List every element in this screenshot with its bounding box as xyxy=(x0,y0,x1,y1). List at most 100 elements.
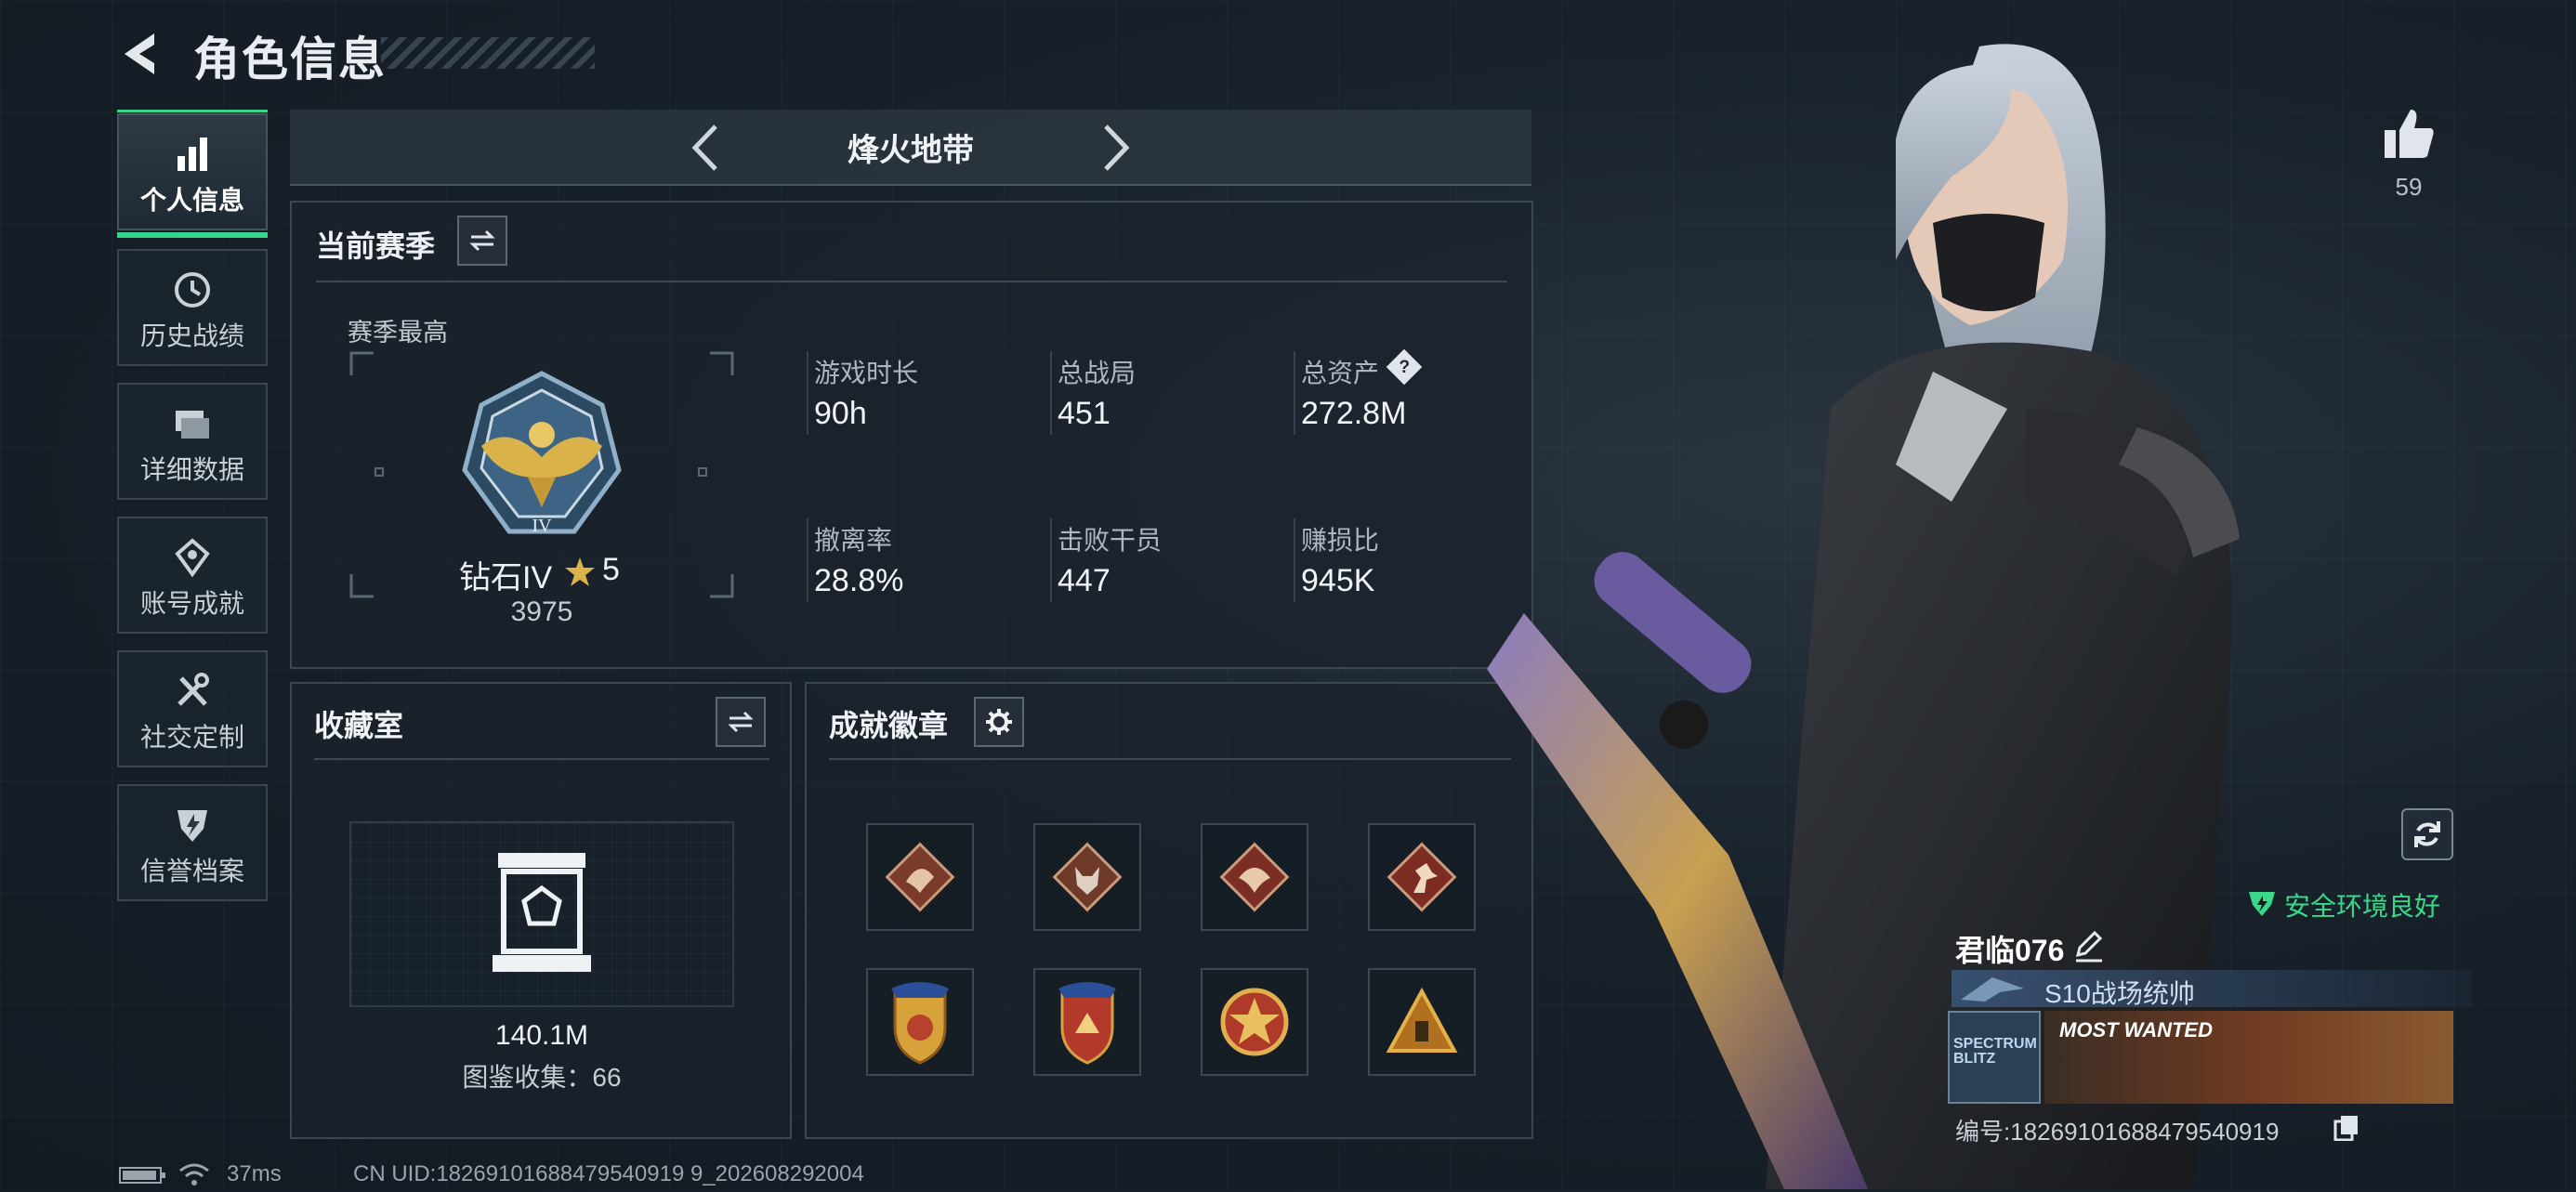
shield-red-badge-icon xyxy=(1058,982,1116,1065)
collection-value: 140.1M xyxy=(494,1020,589,1051)
stat-value-playtime: 90h xyxy=(814,396,867,431)
stat-label-extract-rate: 撤离率 xyxy=(814,526,893,555)
stat-label-operators-defeated: 击败干员 xyxy=(1058,526,1163,555)
refresh-button[interactable] xyxy=(2401,808,2453,860)
nav-personal-info[interactable]: 个人信息 xyxy=(117,110,268,238)
player-name: 君临076 xyxy=(1955,934,2065,967)
stat-value-total-matches: 451 xyxy=(1058,396,1111,431)
collection-display[interactable] xyxy=(349,821,734,1007)
copy-icon xyxy=(2333,1116,2358,1142)
stat-divider xyxy=(807,351,808,435)
player-serial-number: 编号:18269101688479540919 xyxy=(1955,1118,2280,1146)
rank-name: 钻石IV xyxy=(459,560,553,596)
stat-divider xyxy=(1294,518,1295,602)
wifi-icon xyxy=(178,1161,210,1187)
wolf-badge-icon xyxy=(1052,842,1123,912)
season-divider xyxy=(316,281,1507,282)
nav-social-custom[interactable]: 社交定制 xyxy=(117,650,268,767)
collection-panel: 收藏室 140.1M 图鉴收集：66 xyxy=(290,682,792,1139)
badge-slot[interactable] xyxy=(1201,823,1308,931)
history-icon xyxy=(175,272,210,308)
swap-icon xyxy=(728,711,754,733)
stat-divider xyxy=(1050,351,1052,435)
badges-title: 成就徽章 xyxy=(829,709,949,742)
stat-label-total-matches: 总战局 xyxy=(1058,359,1137,387)
collection-divider xyxy=(314,758,769,760)
collection-switch-button[interactable] xyxy=(716,697,766,747)
thumbs-up-icon xyxy=(2385,110,2434,158)
collection-count: 图鉴收集：66 xyxy=(462,1063,622,1092)
back-arrow-icon xyxy=(125,33,154,74)
stat-value-extract-rate: 28.8% xyxy=(814,563,904,598)
back-button[interactable] xyxy=(117,28,164,80)
badge-slot[interactable] xyxy=(866,823,974,931)
safe-shield-icon xyxy=(2247,888,2277,918)
player-title: S10战场统帅 xyxy=(2044,979,2195,1008)
battery-icon xyxy=(119,1167,167,1184)
card-spectrum-text: SPECTRUM BLITZ xyxy=(1953,1036,2037,1067)
badge-slot[interactable] xyxy=(1033,823,1141,931)
nav-label: 社交定制 xyxy=(139,723,244,752)
svg-text:IV: IV xyxy=(532,516,552,536)
title-decoration xyxy=(381,37,595,69)
assets-help-button[interactable]: ? xyxy=(1386,348,1423,386)
ping-value: 37ms xyxy=(227,1161,282,1186)
shield-icon xyxy=(177,810,207,842)
nav-label: 账号成就 xyxy=(139,589,244,618)
pencil-icon xyxy=(2075,930,2103,963)
chevron-left-icon xyxy=(691,124,717,171)
season-panel: 当前赛季 赛季最高 IV 钻石IV 5 3975 游戏时长 90h 总战局 45… xyxy=(290,201,1533,669)
diamond-rank-emblem-icon: IV xyxy=(462,371,622,536)
stat-value-total-assets: 272.8M xyxy=(1301,396,1407,431)
stat-label-profit-ratio: 赚损比 xyxy=(1301,526,1380,555)
stat-label-playtime: 游戏时长 xyxy=(814,359,919,387)
nav-label: 个人信息 xyxy=(139,186,244,215)
like-button[interactable] xyxy=(2379,104,2438,164)
stat-divider xyxy=(1050,518,1052,602)
nav-account-achievements[interactable]: 账号成就 xyxy=(117,517,268,634)
badge-slot[interactable] xyxy=(1033,968,1141,1076)
badges-divider xyxy=(829,758,1511,760)
badges-settings-button[interactable] xyxy=(974,697,1024,747)
rank-stars: 5 xyxy=(602,552,620,587)
map-name: 烽火地带 xyxy=(848,133,974,168)
card-most-wanted-text: MOST WANTED xyxy=(2059,1018,2213,1041)
map-prev-button[interactable] xyxy=(684,123,730,173)
folder-icon xyxy=(176,411,209,439)
bar-chart-icon xyxy=(177,138,207,171)
safe-environment-status: 安全环境良好 xyxy=(2284,892,2441,921)
nav-label: 历史战绩 xyxy=(139,321,244,350)
like-count: 59 xyxy=(2395,173,2423,201)
page-title: 角色信息 xyxy=(193,33,387,85)
nav-detailed-data[interactable]: 详细数据 xyxy=(117,383,268,500)
star-icon xyxy=(565,557,595,586)
copy-serial-button[interactable] xyxy=(2333,1113,2360,1142)
chevron-right-icon xyxy=(1104,124,1130,171)
stat-divider xyxy=(807,518,808,602)
stat-value-operators-defeated: 447 xyxy=(1058,563,1111,598)
player-title-bar xyxy=(1952,970,2472,1007)
season-switch-button[interactable] xyxy=(457,216,507,266)
tools-icon xyxy=(177,673,209,706)
refresh-icon xyxy=(2414,821,2440,847)
display-case-icon xyxy=(493,853,591,972)
dragon-badge-icon xyxy=(885,842,955,912)
edit-name-button[interactable] xyxy=(2070,927,2108,964)
map-next-button[interactable] xyxy=(1093,123,1139,173)
season-title: 当前赛季 xyxy=(316,229,436,263)
nav-credit-record[interactable]: 信誉档案 xyxy=(117,784,268,901)
nav-match-history[interactable]: 历史战绩 xyxy=(117,249,268,366)
stat-label-total-assets: 总资产 xyxy=(1301,359,1380,387)
nav-label: 信誉档案 xyxy=(139,857,244,885)
star-medal-badge-icon xyxy=(1220,988,1289,1056)
achievement-icon xyxy=(175,538,210,578)
swap-icon xyxy=(469,229,495,252)
season-best-label: 赛季最高 xyxy=(348,319,448,347)
collection-title: 收藏室 xyxy=(314,709,404,742)
help-icon: ? xyxy=(1399,356,1410,377)
gear-icon xyxy=(986,709,1012,735)
uid-text: CN UID:18269101688479540919 9_2026082920… xyxy=(353,1161,864,1186)
shield-blue-badge-icon xyxy=(891,982,949,1065)
badge-slot[interactable] xyxy=(1201,968,1308,1076)
badge-slot[interactable] xyxy=(866,968,974,1076)
